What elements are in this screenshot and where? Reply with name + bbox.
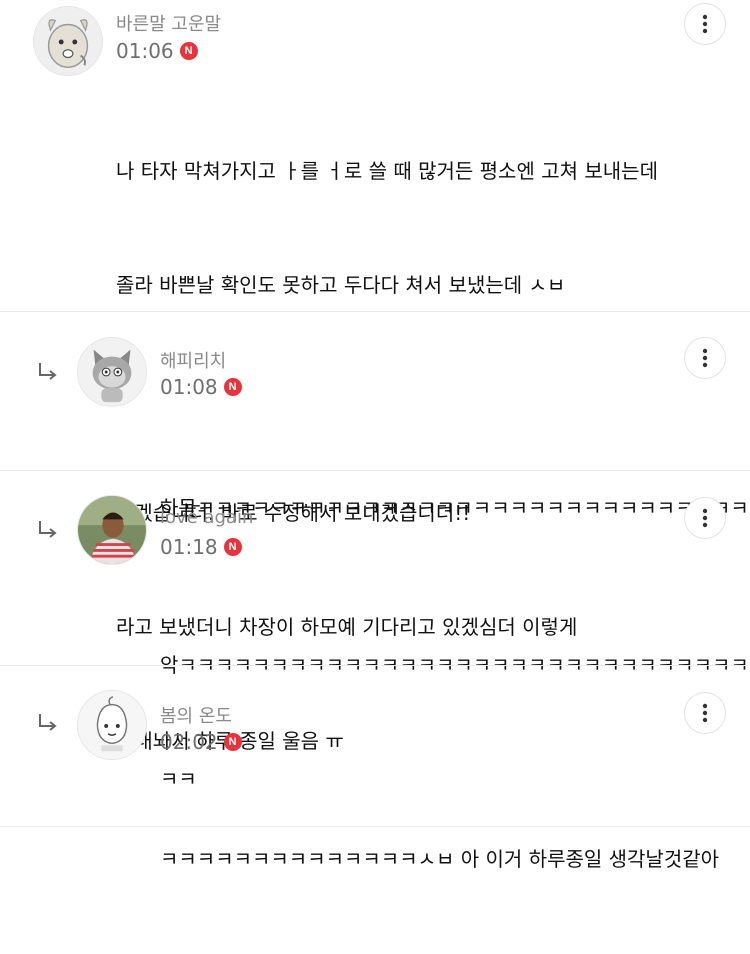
reply-item: 해피리치 01:08 N 하몯ㅋㅋㅋㅋㅋㅋㅋㅋㅋㅋㅋㅋㅋㅋㅋㅋㅋㅋㅋㅋㅋㅋㅋㅋㅋ…: [0, 312, 750, 520]
reply-arrow-icon: [39, 714, 57, 731]
timestamp: 01:06 N: [116, 39, 198, 63]
new-badge: N: [179, 42, 198, 60]
nickname[interactable]: love again: [160, 507, 253, 528]
nickname[interactable]: 봄의 온도: [160, 702, 232, 728]
new-badge: N: [223, 378, 242, 396]
reply-arrow-icon: [39, 521, 57, 538]
reply-arrow-icon: [39, 363, 57, 380]
kebab-icon: [702, 508, 708, 528]
nickname[interactable]: 해피리치: [160, 347, 226, 373]
kebab-icon: [702, 348, 708, 368]
comment-line: 졸라 바쁜날 확인도 못하고 두다다 쳐서 보냈는데 ㅅㅂ: [116, 273, 566, 297]
cat-avatar-icon[interactable]: [77, 337, 147, 407]
time-text: 01:06: [116, 39, 174, 63]
timestamp: 01:08 N: [160, 375, 242, 399]
photo-avatar-icon[interactable]: [77, 495, 147, 565]
more-options-button[interactable]: [684, 497, 726, 539]
comment-text: ㅋㅋㅋㅋㅋㅋㅋㅋㅋㅋㅋㅋㅋㅋㅅㅂ 아 이거 하루종일 생각날것같아: [160, 764, 719, 954]
more-options-button[interactable]: [684, 337, 726, 379]
character-avatar-icon[interactable]: [33, 6, 103, 76]
reply-item: love again 01:18 N 악ㅋㅋㅋㅋㅋㅋㅋㅋㅋㅋㅋㅋㅋㅋㅋㅋㅋㅋㅋㅋ…: [0, 471, 750, 791]
timestamp: 02:02 N: [160, 730, 242, 754]
timestamp: 01:18 N: [160, 535, 242, 559]
reply-item: 봄의 온도 02:02 N ㅋㅋㅋㅋㅋㅋㅋㅋㅋㅋㅋㅋㅋㅋㅅㅂ 아 이거 하루종일…: [0, 666, 750, 871]
time-text: 01:08: [160, 375, 218, 399]
time-text: 01:18: [160, 535, 218, 559]
peach-avatar-icon[interactable]: [77, 690, 147, 760]
comment-line: ㅋㅋㅋㅋㅋㅋㅋㅋㅋㅋㅋㅋㅋㅋㅅㅂ 아 이거 하루종일 생각날것같아: [160, 847, 720, 871]
comment-item: 바른말 고운말 01:06 N 나 타자 막쳐가지고 ㅏ를 ㅓ로 쓸 때 많거든…: [0, 0, 750, 753]
new-badge: N: [223, 538, 242, 556]
kebab-icon: [702, 703, 708, 723]
comment-line: 나 타자 막쳐가지고 ㅏ를 ㅓ로 쓸 때 많거든 평소엔 고쳐 보내는데: [116, 159, 658, 183]
divider: [0, 826, 750, 827]
more-options-button[interactable]: [684, 3, 726, 45]
more-options-button[interactable]: [684, 692, 726, 734]
time-text: 02:02: [160, 730, 218, 754]
new-badge: N: [223, 733, 242, 751]
nickname[interactable]: 바른말 고운말: [116, 10, 221, 36]
kebab-icon: [702, 14, 708, 34]
